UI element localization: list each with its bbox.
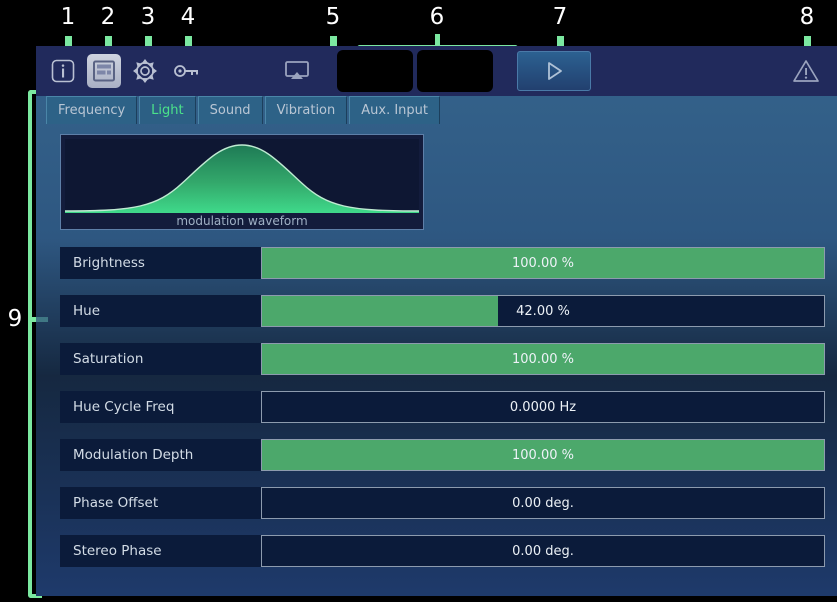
- parameter-row-saturation: Saturation 100.00 %: [60, 343, 825, 375]
- parameter-label: Phase Offset: [60, 487, 261, 519]
- parameter-row-hue-cycle-freq: Hue Cycle Freq 0.0000 Hz: [60, 391, 825, 423]
- parameter-value: 100.00 %: [512, 447, 574, 463]
- parameter-label: Hue: [60, 295, 261, 327]
- callout-8-number: 8: [799, 4, 815, 30]
- parameter-panel: modulation waveform Brightness 100.00 % …: [36, 124, 837, 567]
- parameter-row-brightness: Brightness 100.00 %: [60, 247, 825, 279]
- tab-aux-input[interactable]: Aux. Input: [349, 96, 441, 124]
- parameter-label: Hue Cycle Freq: [60, 391, 261, 423]
- parameter-label: Stereo Phase: [60, 535, 261, 567]
- callout-4-number: 4: [180, 4, 196, 30]
- gear-icon[interactable]: [128, 54, 162, 88]
- parameter-row-stereo-phase: Stereo Phase 0.00 deg.: [60, 535, 825, 567]
- parameter-row-hue: Hue 42.00 %: [60, 295, 825, 327]
- modulation-waveform-display: modulation waveform: [60, 134, 424, 230]
- callout-9-number: 9: [7, 306, 23, 332]
- layout-panel-icon[interactable]: [87, 54, 121, 88]
- tab-light[interactable]: Light: [139, 96, 196, 124]
- tab-vibration[interactable]: Vibration: [264, 96, 348, 124]
- key-icon[interactable]: [169, 54, 203, 88]
- info-icon[interactable]: [46, 54, 80, 88]
- hue-slider[interactable]: 42.00 %: [261, 295, 825, 327]
- callout-2-number: 2: [100, 4, 116, 30]
- hue-cycle-freq-slider[interactable]: 0.0000 Hz: [261, 391, 825, 423]
- parameter-row-modulation-depth: Modulation Depth 100.00 %: [60, 439, 825, 471]
- parameter-label: Saturation: [60, 343, 261, 375]
- parameter-value: 42.00 %: [516, 303, 570, 319]
- waveform-plot: [65, 139, 419, 213]
- parameter-label: Brightness: [60, 247, 261, 279]
- parameter-value: 0.00 deg.: [512, 543, 574, 559]
- parameter-value: 0.00 deg.: [512, 495, 574, 511]
- readout-display-1[interactable]: [337, 50, 413, 92]
- airplay-cast-icon[interactable]: [280, 54, 314, 88]
- callout-1-number: 1: [60, 4, 76, 30]
- tab-sound[interactable]: Sound: [197, 96, 263, 124]
- play-triangle-icon: [548, 62, 562, 80]
- waveform-caption: modulation waveform: [176, 214, 308, 228]
- brightness-slider[interactable]: 100.00 %: [261, 247, 825, 279]
- application-window: Frequency Light Sound Vibration Aux. Inp…: [36, 46, 837, 596]
- stereo-phase-slider[interactable]: 0.00 deg.: [261, 535, 825, 567]
- callout-6-number: 6: [429, 4, 445, 30]
- callout-3-number: 3: [140, 4, 156, 30]
- parameter-label: Modulation Depth: [60, 439, 261, 471]
- toolbar: [36, 46, 837, 96]
- warning-triangle-icon[interactable]: [789, 54, 823, 88]
- modulation-depth-slider[interactable]: 100.00 %: [261, 439, 825, 471]
- callout-7-number: 7: [552, 4, 568, 30]
- parameter-value: 100.00 %: [512, 351, 574, 367]
- callout-5-number: 5: [325, 4, 341, 30]
- parameter-list: Brightness 100.00 % Hue 42.00 % Saturati…: [60, 247, 825, 567]
- parameter-value: 100.00 %: [512, 255, 574, 271]
- readout-display-2[interactable]: [417, 50, 493, 92]
- phase-offset-slider[interactable]: 0.00 deg.: [261, 487, 825, 519]
- parameter-row-phase-offset: Phase Offset 0.00 deg.: [60, 487, 825, 519]
- tab-bar: Frequency Light Sound Vibration Aux. Inp…: [36, 96, 837, 124]
- play-button[interactable]: [517, 51, 591, 91]
- parameter-value: 0.0000 Hz: [509, 399, 577, 415]
- saturation-slider[interactable]: 100.00 %: [261, 343, 825, 375]
- tab-frequency[interactable]: Frequency: [46, 96, 138, 124]
